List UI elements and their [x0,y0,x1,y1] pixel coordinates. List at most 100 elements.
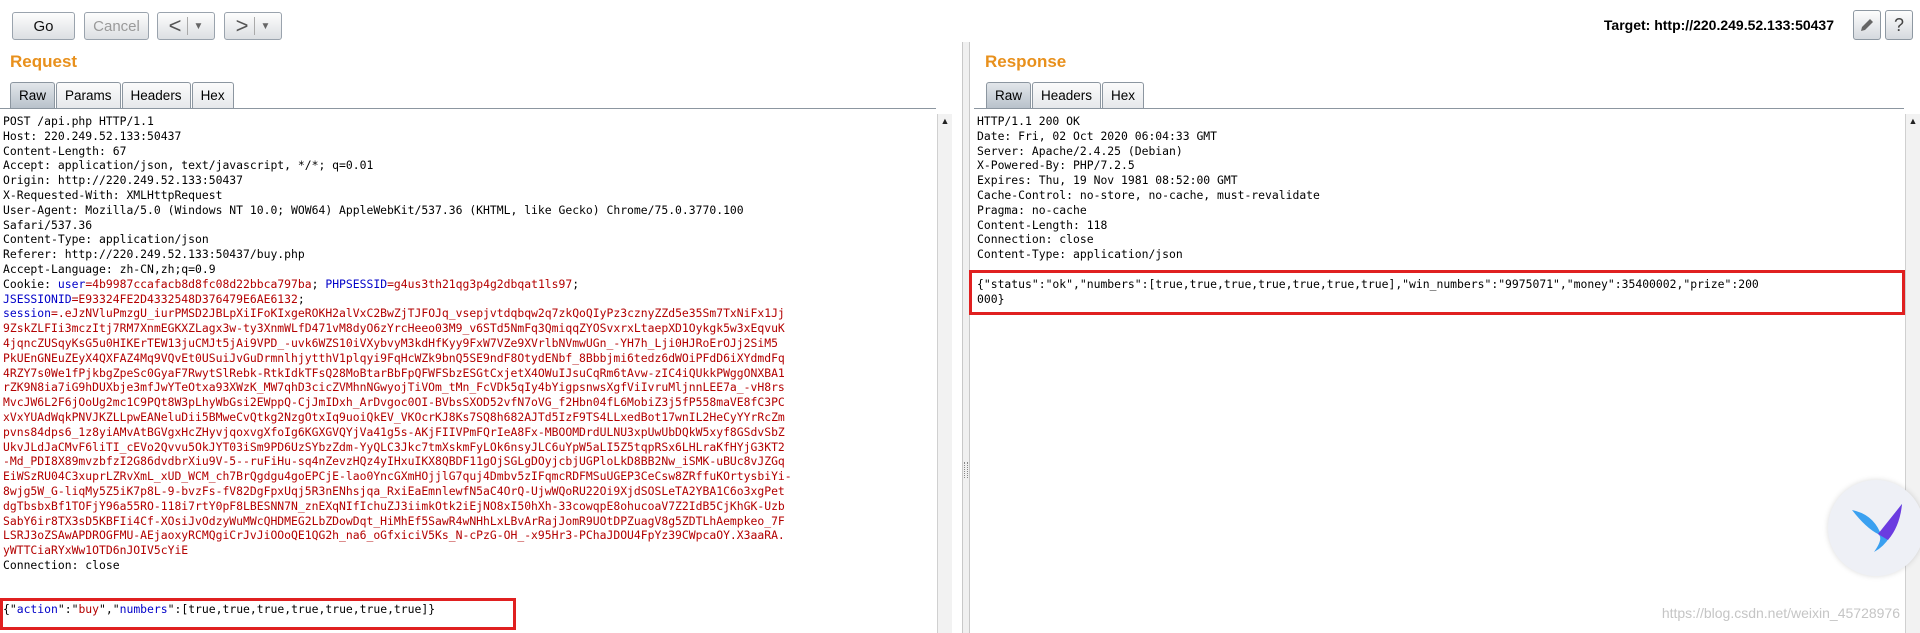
request-tab-hex[interactable]: Hex [191,82,234,108]
request-line-text: Safari/537.36 [3,217,93,232]
response-line-text: Expires: Thu, 19 Nov 1981 08:52:00 GMT [977,173,1238,188]
response-line: X-Powered-By: PHP/7.2.5 [977,158,1904,173]
request-scrollbar[interactable]: ▲ [937,114,952,633]
request-line-text: xVxYUAdWqkPNVJKZLLpwEANeluDii5BMweCvQtkg… [3,409,785,424]
response-line-text: Connection: close [977,232,1094,247]
request-line-text: SabY6ir8TX3sD5KBFIi4Cf-XOsiJvOdzyWuMWcQH… [3,513,785,528]
back-arrow-icon: < [168,13,182,38]
scroll-up-icon[interactable]: ▲ [938,114,952,128]
cancel-button-label: Cancel [93,17,140,35]
request-line-text: 8wjg5W_G-liqMy5Z5iK7p8L-9-bvzFs-fV82DgFp… [3,483,785,498]
response-tab-hex[interactable]: Hex [1102,82,1145,108]
forward-dropdown-icon[interactable]: ▼ [254,17,270,35]
request-line: PkUEnGNEuZEyX4QXFAZ4Mq9VQvEt0USuiJvGuDrm… [3,351,936,366]
request-line-text: PkUEnGNEuZEyX4QXFAZ4Mq9VQvEt0USuiJvGuDrm… [3,350,785,365]
request-body-highlight [0,598,516,630]
request-tabs: Raw Params Headers Hex [10,82,235,108]
response-line-text: Content-Type: application/json [977,247,1183,262]
request-line-text: JSESSIONID [3,291,72,306]
request-line-text: Cookie: [3,276,58,291]
response-line: Expires: Thu, 19 Nov 1981 08:52:00 GMT [977,173,1904,188]
request-line: session=.eJzNVluPmzgU_iurPMSD2JBLpXiIFoK… [3,306,936,321]
request-line-text: Accept-Language: zh-CN,zh;q=0.9 [3,261,216,276]
request-line: Content-Length: 67 [3,144,936,159]
request-line: xVxYUAdWqkPNVJKZLLpwEANeluDii5BMweCvQtkg… [3,410,936,425]
request-line: Host: 220.249.52.133:50437 [3,129,936,144]
response-line-text: Server: Apache/2.4.25 (Debian) [977,143,1183,158]
pane-splitter[interactable] [962,42,970,633]
request-line-text: =.eJzNVluPmzgU_iurPMSD2JBLpXiIFoKIxgeROK… [51,306,785,321]
request-line-text: Referer: http://220.249.52.133:50437/buy… [3,247,305,262]
request-line: Origin: http://220.249.52.133:50437 [3,173,936,188]
response-line-text: Cache-Control: no-store, no-cache, must-… [977,187,1320,202]
request-line: Cookie: user=4b9987ccafacb8d8fc08d22bbca… [3,277,936,292]
request-line-text: X-Requested-With: XMLHttpRequest [3,187,223,202]
request-line: Accept: application/json, text/javascrip… [3,158,936,173]
request-line-text: Accept: application/json, text/javascrip… [3,158,374,173]
response-line: Pragma: no-cache [977,203,1904,218]
request-line: User-Agent: Mozilla/5.0 (Windows NT 10.0… [3,203,936,218]
request-tab-params[interactable]: Params [56,82,121,108]
request-line-text: 9ZskZLFIi3mczItj7RM7XnmEGKXZLagx3w-ty3Xn… [3,321,785,336]
target-label: Target: http://220.249.52.133:50437 [1603,17,1834,33]
request-line: Safari/537.36 [3,218,936,233]
request-line: pvns84dps6_1z8yiAMvAtBGVgxHcZHyvjqoxvgXf… [3,425,936,440]
pencil-icon [1861,19,1873,31]
request-tab-headers[interactable]: Headers [121,82,191,108]
request-line-text: EiWSzRU04C3xuprLZRvXmL_xUD_WCM_ch7BrQgdg… [3,469,792,484]
request-line-text: Host: 220.249.52.133:50437 [3,128,182,143]
request-line [3,573,936,588]
request-line: rZK9N8ia7iG9hDUXbje3mfJwYTeOtxa93XWzK_MW… [3,380,936,395]
request-line-text: POST /api.php HTTP/1.1 [3,114,154,128]
response-line: Content-Length: 118 [977,218,1904,233]
response-tab-headers[interactable]: Headers [1032,82,1102,108]
request-line-text: yWTTCiaRYxWw1OTD6nJOIV5cYiE [3,543,189,558]
toolbar: Go Cancel < ▼ > ▼ Target: http://220.249… [0,0,1920,42]
response-tab-raw[interactable]: Raw [986,82,1032,108]
request-line-text: 4RZY7s0We1fPjkbgZpeSc0GyaF7RwytSlRebk-Rt… [3,365,785,380]
request-editor[interactable]: POST /api.php HTTP/1.1 Host: 220.249.52.1… [0,108,936,633]
request-line: dgTbsbxBf1TOFjY96a55RO-118i7rtY0pF8LBESN… [3,499,936,514]
response-line-text: X-Powered-By: PHP/7.2.5 [977,158,1135,173]
request-tab-raw[interactable]: Raw [10,82,56,108]
response-line: Content-Type: application/json [977,247,1904,262]
response-line-text: Pragma: no-cache [977,202,1087,217]
response-body-highlight [969,270,1905,315]
request-line: POST /api.php HTTP/1.1 [3,114,936,129]
edit-target-button[interactable] [1853,10,1881,40]
request-line: MvcJW6L2F6jOoUg2mc1C9PQt8W3pLhyWbGsi2EWp… [3,395,936,410]
back-dropdown-icon[interactable]: ▼ [187,17,203,35]
response-line: Cache-Control: no-store, no-cache, must-… [977,188,1904,203]
scroll-up-icon[interactable]: ▲ [1906,114,1920,128]
request-line-text: 4jqncZUSqyKsG5u0HIKErTEW13juCMJt5jAi9VPD… [3,335,778,350]
cancel-button[interactable]: Cancel [84,12,149,40]
help-button[interactable]: ? [1885,10,1913,40]
response-line-text: HTTP/1.1 200 OK [977,114,1080,128]
back-button[interactable]: < ▼ [157,12,215,40]
request-line-text: =4b9987ccafacb8d8fc08d22bbca797ba [85,276,312,291]
request-line: 4jqncZUSqyKsG5u0HIKErTEW13juCMJt5jAi9VPD… [3,336,936,351]
request-line: UkvJLdJaCMvF6liTI_cEVo2Qvvu5OkJYT03iSm9P… [3,440,936,455]
request-line-text: Origin: http://220.249.52.133:50437 [3,173,244,188]
request-line-text: rZK9N8ia7iG9hDUXbje3mfJwYTeOtxa93XWzK_MW… [3,380,785,395]
response-editor[interactable]: HTTP/1.1 200 OK Date: Fri, 02 Oct 2020 06… [974,108,1904,633]
request-line: X-Requested-With: XMLHttpRequest [3,188,936,203]
request-line: Connection: close [3,558,936,573]
response-title: Response [985,52,1067,71]
forward-button[interactable]: > ▼ [224,12,282,40]
response-line: Connection: close [977,232,1904,247]
request-line: Referer: http://220.249.52.133:50437/buy… [3,247,936,262]
request-line-text: LSRJ3oZSAwAPDROGFMU-AEjaoxyRCMQgiCrJvJiO… [3,528,785,543]
go-button[interactable]: Go [12,12,75,40]
response-line-text: Content-Length: 118 [977,217,1108,232]
request-line: JSESSIONID=E93324FE2D4332548D376479E6AE6… [3,292,936,307]
request-line: yWTTCiaRYxWw1OTD6nJOIV5cYiE [3,543,936,558]
request-line-text: pvns84dps6_1z8yiAMvAtBGVgxHcZHyvjqoxvgXf… [3,424,785,439]
request-line-text: PHPSESSID [325,276,388,291]
response-line: Server: Apache/2.4.25 (Debian) [977,144,1904,159]
request-line-text: -Md_PDI8X89mvzbfzI2G86dvdbrXiu9V-5--ruFi… [3,454,785,469]
splitter-grip-icon [964,462,968,478]
watermark: https://blog.csdn.net/weixin_45728976 [1661,605,1900,621]
help-icon: ? [1893,14,1904,35]
request-line: 9ZskZLFIi3mczItj7RM7XnmEGKXZLagx3w-ty3Xn… [3,321,936,336]
